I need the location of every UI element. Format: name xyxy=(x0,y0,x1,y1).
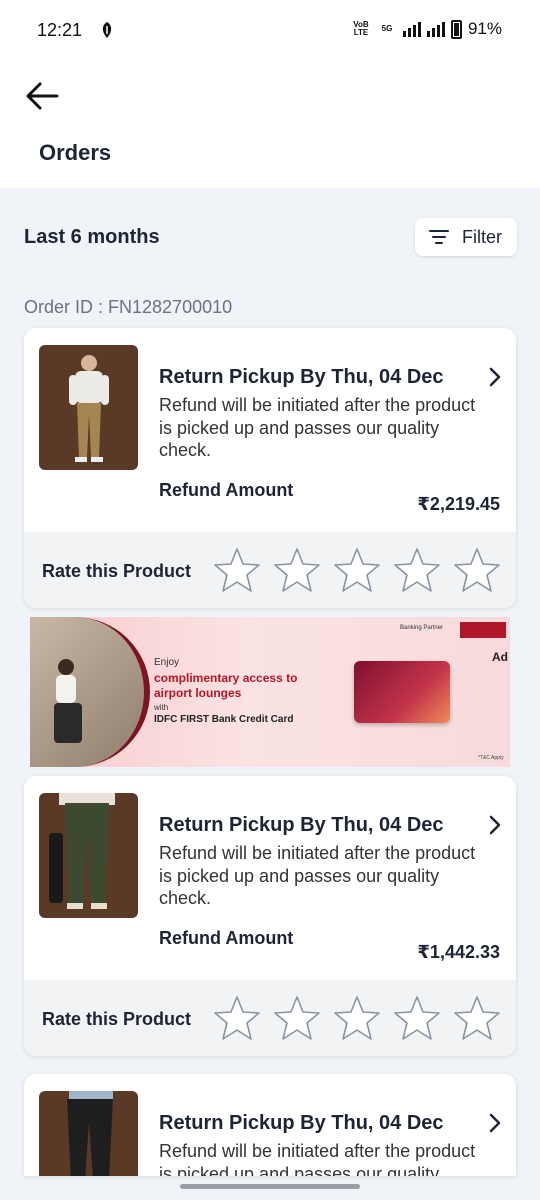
ad-partner-label: Banking Partner xyxy=(400,625,444,631)
refund-description: Refund will be initiated after the produ… xyxy=(159,395,476,460)
refund-description: Refund will be initiated after the produ… xyxy=(159,1141,476,1176)
order-item-card[interactable]: Return Pickup By Thu, 04 Dec Refund will… xyxy=(24,776,516,1056)
chevron-right-icon[interactable] xyxy=(486,366,504,388)
filter-label: Filter xyxy=(462,226,502,247)
ad-terms: *T&C Apply xyxy=(478,755,504,761)
return-status-title: Return Pickup By Thu, 04 Dec xyxy=(159,366,444,388)
rate-product-label: Rate this Product xyxy=(42,561,192,581)
product-image xyxy=(39,345,138,470)
return-status-title: Return Pickup By Thu, 04 Dec xyxy=(159,814,444,836)
signal-icon xyxy=(402,21,421,37)
ad-enjoy-text: Enjoy xyxy=(154,657,180,668)
home-indicator[interactable] xyxy=(180,1184,360,1189)
ad-banner[interactable]: Enjoy complimentary access to airport lo… xyxy=(30,617,510,767)
battery-icon xyxy=(450,19,462,39)
status-time: 12:21 xyxy=(37,20,83,40)
rate-product-label: Rate this Product xyxy=(42,1009,192,1029)
star-icon[interactable] xyxy=(333,994,381,1042)
status-bar: 12:21 VoB LTE 5G 91% xyxy=(0,0,540,62)
filter-icon xyxy=(429,230,449,244)
network-label: VoB LTE xyxy=(353,20,369,37)
status-indicators: VoB LTE 5G 91% xyxy=(351,19,502,39)
ad-headline: complimentary access to airport lounges xyxy=(154,671,298,700)
return-status-title: Return Pickup By Thu, 04 Dec xyxy=(159,1112,444,1134)
star-icon[interactable] xyxy=(333,546,381,594)
ad-marker: Ad xyxy=(492,650,508,664)
product-image xyxy=(39,1091,138,1176)
credit-card-image xyxy=(354,661,450,723)
star-icon[interactable] xyxy=(213,994,261,1042)
rate-product-row: Rate this Product xyxy=(24,532,516,608)
refund-description: Refund will be initiated after the produ… xyxy=(159,843,476,908)
star-icon[interactable] xyxy=(393,994,441,1042)
star-rating xyxy=(213,546,501,594)
chevron-right-icon[interactable] xyxy=(486,1112,504,1134)
star-icon[interactable] xyxy=(453,546,501,594)
notification-icon xyxy=(102,22,112,38)
ad-photo xyxy=(30,617,150,767)
star-rating xyxy=(213,994,501,1042)
order-id: Order ID : FN1282700010 xyxy=(24,297,233,317)
star-icon[interactable] xyxy=(453,994,501,1042)
rate-product-row: Rate this Product xyxy=(24,980,516,1056)
refund-amount: ₹2,219.45 xyxy=(417,494,500,514)
period-label: Last 6 months xyxy=(24,226,160,248)
product-image xyxy=(39,793,138,918)
battery-percent: 91% xyxy=(467,19,502,38)
ad-bank-name: IDFC FIRST Bank Credit Card xyxy=(154,714,294,725)
chevron-right-icon[interactable] xyxy=(486,814,504,836)
filter-button[interactable]: Filter xyxy=(415,218,517,256)
refund-amount-label: Refund Amount xyxy=(159,928,294,948)
signal-icon xyxy=(426,21,445,37)
star-icon[interactable] xyxy=(213,546,261,594)
back-arrow-icon[interactable] xyxy=(24,78,60,114)
order-item-card[interactable]: Return Pickup By Thu, 04 Dec Refund will… xyxy=(24,328,516,608)
star-icon[interactable] xyxy=(273,994,321,1042)
star-icon[interactable] xyxy=(273,546,321,594)
ad-with-text: with xyxy=(154,703,169,712)
refund-amount-label: Refund Amount xyxy=(159,480,294,500)
page-title: Orders xyxy=(39,140,112,165)
refund-amount: ₹1,442.33 xyxy=(417,942,500,962)
star-icon[interactable] xyxy=(393,546,441,594)
network-5g-label: 5G xyxy=(381,24,393,33)
bank-logo xyxy=(460,622,506,638)
app-header: Orders xyxy=(0,62,540,188)
order-item-card[interactable]: Return Pickup By Thu, 04 Dec Refund will… xyxy=(24,1074,516,1176)
